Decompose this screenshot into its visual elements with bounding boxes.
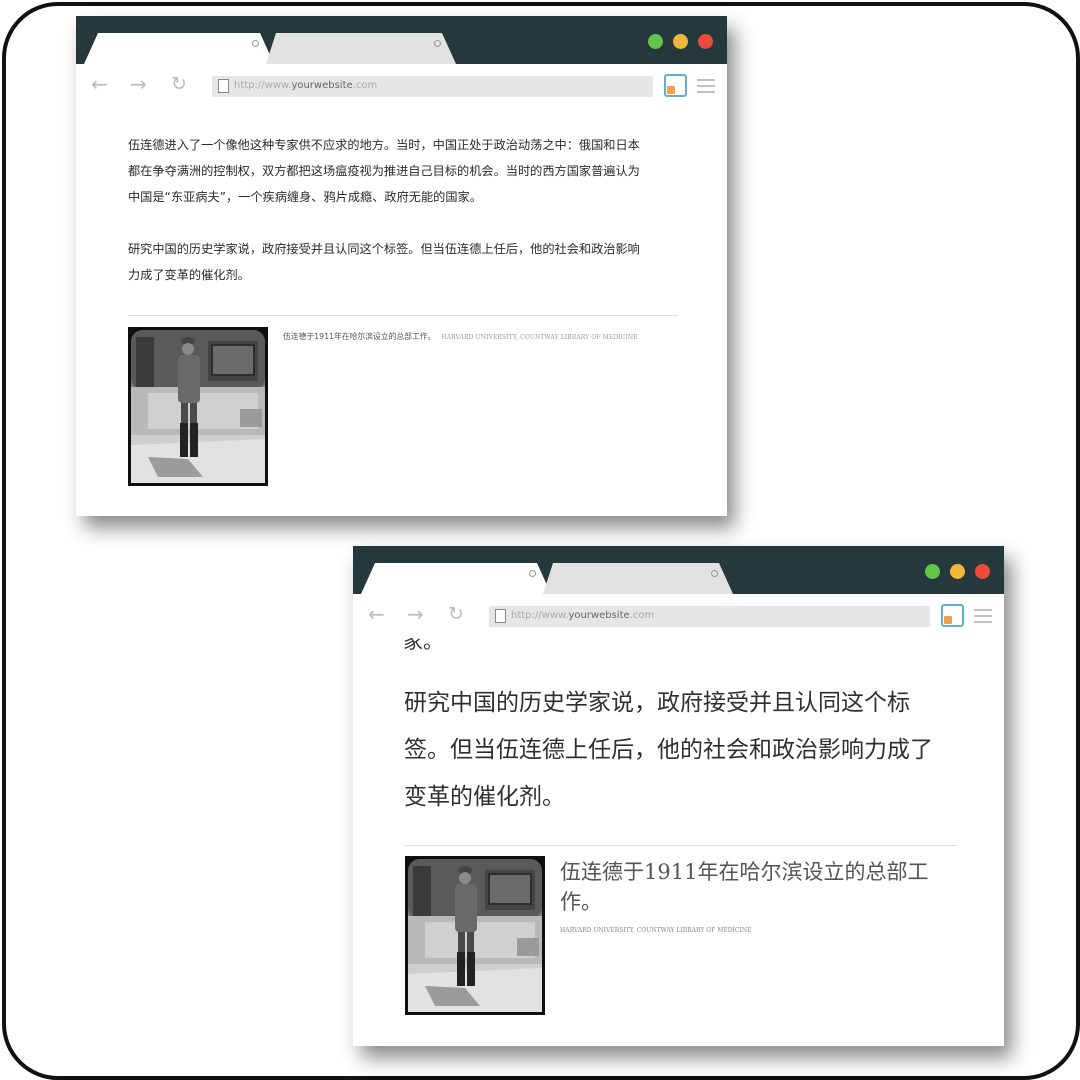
reload-icon[interactable]: ↻ (448, 604, 464, 624)
browser-window-bottom: ← → ↻ http://www.yourwebsite.com 家。 研究中国… (353, 546, 1004, 1046)
photo-credit: HARVARD UNIVERSITY, COUNTWAY LIBRARY OF … (560, 927, 752, 934)
article-paragraph: 研究中国的历史学家说，政府接受并且认同这个标签。但当伍连德上任后，他的社会和政治… (128, 242, 640, 282)
browser-tab-inactive[interactable] (543, 563, 733, 594)
browser-window-top: ← → ↻ http://www.yourwebsite.com 伍连德进入了一… (76, 16, 727, 516)
historical-photo (405, 856, 545, 1015)
photo-caption: 伍连德于1911年在哈尔滨设立的总部工作。 HARVARD UNIVERSITY,… (283, 332, 638, 341)
photo-caption: 伍连德于1911年在哈尔滨设立的总部工作。 (560, 860, 929, 914)
browser-tab-active[interactable] (361, 563, 551, 594)
close-light-icon[interactable] (975, 564, 990, 579)
page-icon (495, 609, 506, 623)
window-controls (925, 564, 990, 579)
hamburger-menu-icon[interactable] (697, 79, 715, 97)
page-content: 家。 研究中国的历史学家说，政府接受并且认同这个标签。但当伍连德上任后，他的社会… (353, 638, 1004, 1046)
photo-credit: HARVARD UNIVERSITY, COUNTWAY LIBRARY OF … (441, 334, 638, 341)
extension-icon[interactable] (941, 604, 964, 627)
browser-toolbar: ← → ↻ http://www.yourwebsite.com (76, 64, 727, 108)
divider (405, 845, 957, 846)
title-bar (353, 546, 1004, 594)
address-bar[interactable]: http://www.yourwebsite.com (212, 76, 653, 97)
browser-toolbar: ← → ↻ http://www.yourwebsite.com (353, 594, 1004, 638)
window-controls (648, 34, 713, 49)
page-content: 伍连德进入了一个像他这种专家供不应求的地方。当时，中国正处于政治动荡之中：俄国和… (76, 108, 727, 516)
minimize-light-icon[interactable] (673, 34, 688, 49)
close-light-icon[interactable] (698, 34, 713, 49)
page-icon (218, 79, 229, 93)
maximize-light-icon[interactable] (925, 564, 940, 579)
tab-close-icon[interactable] (529, 570, 536, 577)
browser-tab-active[interactable] (84, 33, 274, 64)
reload-icon[interactable]: ↻ (171, 74, 187, 94)
extension-icon[interactable] (664, 74, 687, 97)
clipped-text: 家。 (403, 638, 443, 653)
tab-close-icon[interactable] (252, 40, 259, 47)
article-paragraph: 伍连德进入了一个像他这种专家供不应求的地方。当时，中国正处于政治动荡之中：俄国和… (128, 138, 640, 204)
forward-arrow-icon[interactable]: → (130, 74, 147, 94)
browser-tab-inactive[interactable] (266, 33, 456, 64)
article-paragraph: 研究中国的历史学家说，政府接受并且认同这个标签。但当伍连德上任后，他的社会和政治… (404, 690, 933, 810)
url-text: http://www.yourwebsite.com (511, 610, 655, 621)
tab-close-icon[interactable] (434, 40, 441, 47)
forward-arrow-icon[interactable]: → (407, 604, 424, 624)
tab-close-icon[interactable] (711, 570, 718, 577)
historical-photo (128, 327, 268, 486)
divider (128, 315, 678, 316)
minimize-light-icon[interactable] (950, 564, 965, 579)
url-text: http://www.yourwebsite.com (234, 80, 378, 91)
address-bar[interactable]: http://www.yourwebsite.com (489, 606, 930, 627)
title-bar (76, 16, 727, 64)
maximize-light-icon[interactable] (648, 34, 663, 49)
back-arrow-icon[interactable]: ← (91, 74, 108, 94)
hamburger-menu-icon[interactable] (974, 609, 992, 627)
back-arrow-icon[interactable]: ← (368, 604, 385, 624)
